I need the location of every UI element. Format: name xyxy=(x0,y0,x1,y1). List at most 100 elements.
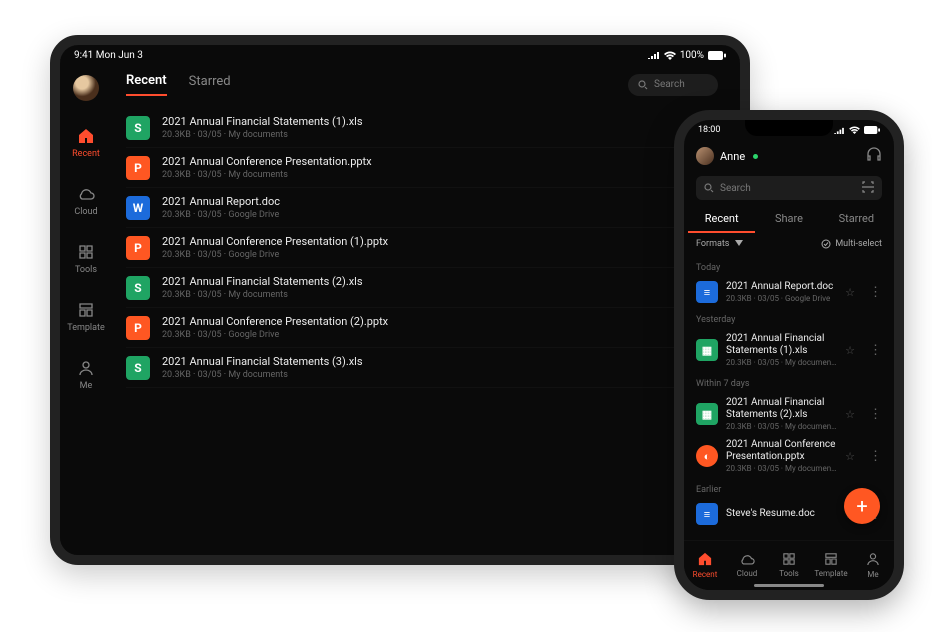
file-meta: 2021 Annual Report.doc20.3KB · 03/05 · G… xyxy=(162,195,694,220)
file-row[interactable]: P 2021 Annual Conference Presentation (2)… xyxy=(126,308,718,348)
file-row[interactable]: W2021 Annual Report.doc20.3KB · 03/05 · … xyxy=(126,188,718,228)
more-button[interactable]: ⋮ xyxy=(869,408,882,421)
grid-icon xyxy=(77,243,95,261)
star-button[interactable]: ☆ xyxy=(845,286,855,299)
signal-icon xyxy=(834,127,845,134)
template-icon xyxy=(825,553,837,567)
tab-share[interactable]: Share xyxy=(755,204,822,233)
file-name: 2021 Annual Report.doc xyxy=(726,281,837,293)
file-name: 2021 Annual Financial Statements (3).xls xyxy=(162,355,694,368)
home-icon xyxy=(77,127,95,145)
nav-label: Template xyxy=(814,569,847,578)
multiselect-button[interactable]: Multi-select xyxy=(821,239,882,249)
file-subtitle: 20.3KB · 03/05 · My documents xyxy=(162,290,694,300)
star-button[interactable]: ☆ xyxy=(845,408,855,421)
file-type-icon: P xyxy=(126,316,150,340)
headset-icon[interactable] xyxy=(866,146,882,166)
file-meta: 2021 Annual Conference Presentation (2).… xyxy=(162,315,694,340)
battery-icon xyxy=(708,51,726,60)
bottom-nav-tools[interactable]: Tools xyxy=(768,541,810,590)
tab-recent[interactable]: Recent xyxy=(126,73,167,96)
nav-label: Me xyxy=(867,570,878,579)
scan-icon[interactable] xyxy=(862,181,874,196)
file-subtitle: 20.3KB · 03/05 · Google Drive xyxy=(162,210,694,220)
avatar[interactable] xyxy=(73,75,99,101)
status-indicators xyxy=(834,126,880,134)
wifi-icon xyxy=(664,51,676,60)
file-subtitle: 20.3KB · 03/05 · My documentsabcdefgh... xyxy=(726,464,837,473)
tab-starred[interactable]: Starred xyxy=(189,74,231,95)
star-button[interactable]: ☆ xyxy=(845,344,855,357)
sidebar-item-label: Recent xyxy=(72,149,100,159)
file-type-icon: S xyxy=(126,356,150,380)
file-type-icon: S xyxy=(126,276,150,300)
phone-notch xyxy=(745,120,833,136)
status-time-date: 9:41 Mon Jun 3 xyxy=(74,50,143,61)
file-meta: 2021 Annual Financial Statements (1).xls… xyxy=(162,115,694,140)
bottom-nav-template[interactable]: Template xyxy=(810,541,852,590)
add-fab[interactable]: + xyxy=(844,488,880,524)
more-button[interactable]: ⋮ xyxy=(869,344,882,357)
status-dot-icon xyxy=(753,154,758,159)
phone-tabs: Recent Share Starred xyxy=(684,204,894,233)
battery-icon xyxy=(864,126,880,134)
file-row[interactable]: S 2021 Annual Financial Statements (3).xl… xyxy=(126,348,718,388)
file-row[interactable]: P2021 Annual Conference Presentation.ppt… xyxy=(126,148,718,188)
section-header: Yesterday xyxy=(696,315,882,325)
search-placeholder: Search xyxy=(720,183,751,194)
star-button[interactable]: ☆ xyxy=(845,450,855,463)
sidebar-item-recent[interactable]: Recent xyxy=(72,127,100,159)
more-button[interactable]: ⋮ xyxy=(869,286,882,299)
sidebar-item-me[interactable]: Me xyxy=(77,359,95,391)
search-placeholder: Search xyxy=(654,79,685,90)
more-button[interactable]: ⋮ xyxy=(869,450,882,463)
file-subtitle: 20.3KB · 03/05 · My documents xyxy=(162,370,694,380)
file-list: S 2021 Annual Financial Statements (1).xl… xyxy=(126,108,718,388)
file-row[interactable]: ≡ 2021 Annual Report.doc20.3KB · 03/05 · … xyxy=(696,277,882,307)
wifi-icon xyxy=(849,126,860,134)
tablet-sidebar: Recent Cloud Tools xyxy=(60,65,112,555)
file-row[interactable]: P2021 Annual Conference Presentation (1)… xyxy=(126,228,718,268)
tab-starred[interactable]: Starred xyxy=(823,204,890,233)
file-meta: 2021 Annual Financial Statements (1).xls… xyxy=(726,333,837,367)
template-icon xyxy=(77,301,95,319)
file-name: 2021 Annual Conference Presentation.pptx xyxy=(726,439,837,463)
bottom-nav-me[interactable]: Me xyxy=(852,541,894,590)
tablet-search[interactable]: Search xyxy=(628,74,718,96)
file-name: 2021 Annual Conference Presentation (2).… xyxy=(162,315,694,328)
file-row[interactable]: S 2021 Annual Financial Statements (2).xl… xyxy=(126,268,718,308)
sidebar-item-cloud[interactable]: Cloud xyxy=(74,185,97,217)
file-name: 2021 Annual Financial Statements (2).xls xyxy=(726,397,837,421)
file-subtitle: 20.3KB · 03/05 · Google Drive xyxy=(162,250,694,260)
file-row[interactable]: ▦ 2021 Annual Financial Statements (2).xl… xyxy=(696,393,882,435)
file-row[interactable]: S2021 Annual Financial Statements (1).xl… xyxy=(126,108,718,148)
file-subtitle: 20.3KB · 03/05 · Google Drive xyxy=(726,294,837,303)
status-time: 18:00 xyxy=(698,125,720,135)
recent-icon xyxy=(698,552,712,568)
multiselect-icon xyxy=(821,239,831,249)
bottom-nav-cloud[interactable]: Cloud xyxy=(726,541,768,590)
phone-bottom-nav: RecentCloudTools Template Me xyxy=(684,540,894,590)
file-meta: 2021 Annual Financial Statements (2).xls… xyxy=(162,275,694,300)
search-icon xyxy=(704,183,714,193)
tablet-tabs: Recent Starred Search xyxy=(126,73,718,96)
file-meta: 2021 Annual Financial Statements (2).xls… xyxy=(726,397,837,431)
status-indicators: 100% xyxy=(648,50,726,61)
file-type-icon: ◐ xyxy=(696,445,718,467)
chevron-down-icon xyxy=(735,240,743,246)
file-row[interactable]: ◐ 2021 Annual Conference Presentation.ppt… xyxy=(696,435,882,477)
phone-screen: 18:00 Anne Search Recent Share xyxy=(684,120,894,590)
formats-dropdown[interactable]: Formats xyxy=(696,239,743,249)
bottom-nav-recent[interactable]: Recent xyxy=(684,541,726,590)
file-type-icon: ≡ xyxy=(696,281,718,303)
avatar[interactable] xyxy=(696,147,714,165)
sidebar-item-tools[interactable]: Tools xyxy=(75,243,97,275)
file-row[interactable]: ▦2021 Annual Financial Statements (1).xl… xyxy=(696,329,882,371)
file-type-icon: ▦ xyxy=(696,403,718,425)
tab-recent[interactable]: Recent xyxy=(688,204,755,233)
cloud-icon xyxy=(77,185,95,203)
tablet-screen: 9:41 Mon Jun 3 100% xyxy=(60,45,740,555)
username: Anne xyxy=(720,150,745,163)
sidebar-item-template[interactable]: Template xyxy=(67,301,104,333)
phone-search[interactable]: Search xyxy=(696,176,882,200)
